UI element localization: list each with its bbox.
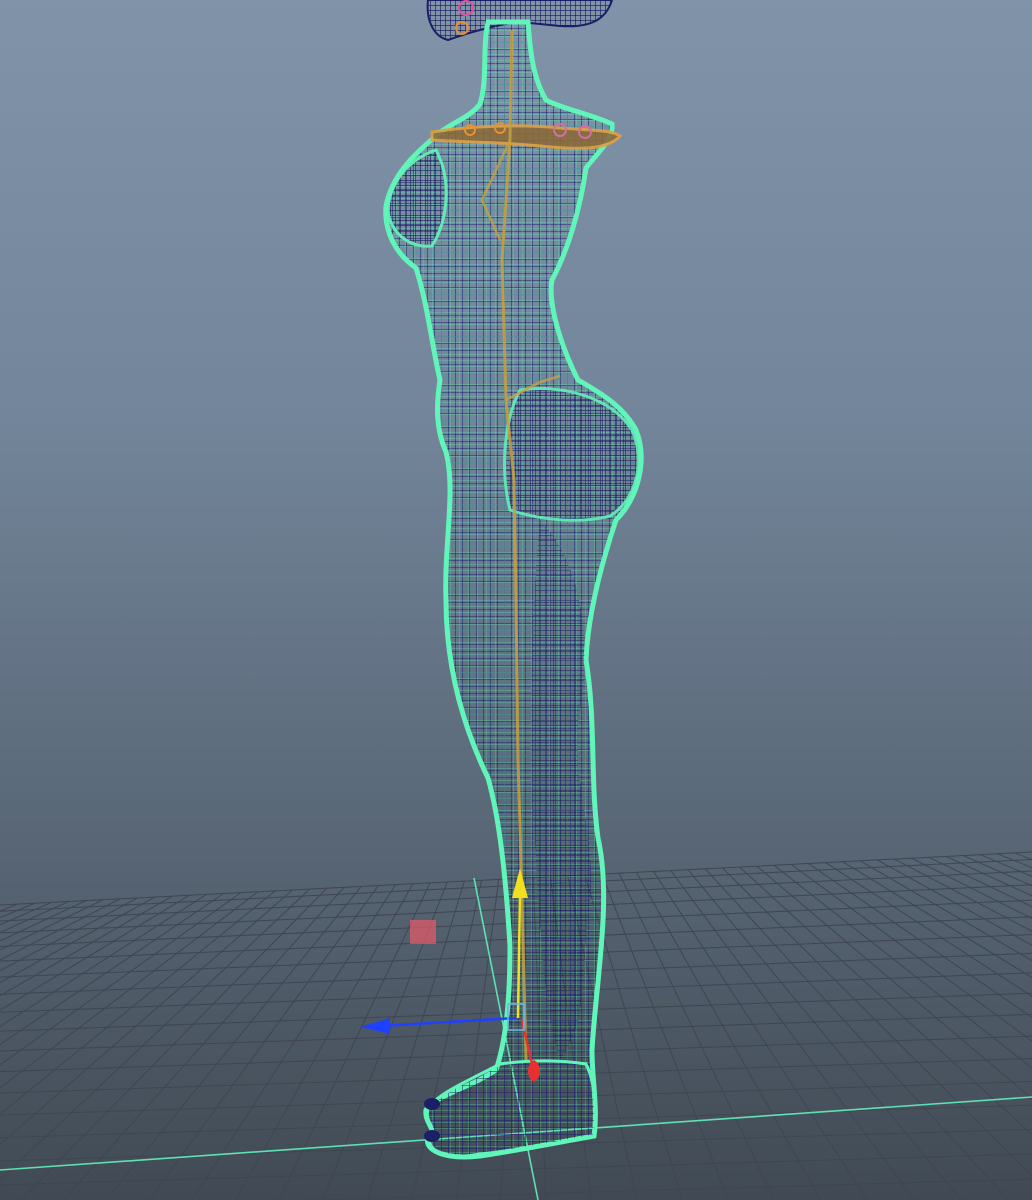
manipulator-z-axis[interactable] bbox=[379, 1016, 517, 1028]
grid-line bbox=[773, 864, 1032, 1069]
grid-line bbox=[618, 872, 775, 1200]
grid-line bbox=[756, 865, 1032, 1100]
character-mesh[interactable] bbox=[383, 0, 644, 1160]
toe-mesh bbox=[424, 1098, 440, 1110]
grid-line bbox=[911, 857, 1032, 919]
grid-line bbox=[670, 870, 915, 1200]
grid-line bbox=[859, 860, 1032, 962]
toe-mesh bbox=[424, 1130, 440, 1142]
grid-line bbox=[790, 863, 1032, 1042]
grid-line bbox=[928, 856, 1032, 908]
viewport-canvas[interactable] bbox=[0, 0, 1032, 1200]
grid-line bbox=[62, 886, 345, 1200]
grid-line bbox=[704, 868, 1010, 1200]
grid-line bbox=[687, 869, 962, 1200]
grid-line bbox=[300, 1178, 1032, 1200]
grid-line bbox=[653, 871, 868, 1200]
grid-line bbox=[876, 859, 1032, 946]
grid-line bbox=[842, 861, 1032, 979]
grid-line bbox=[997, 853, 1032, 869]
grid-line bbox=[894, 858, 1032, 932]
grid-line bbox=[962, 855, 1032, 887]
perspective-viewport[interactable] bbox=[0, 0, 1032, 1200]
grid-line bbox=[980, 854, 1032, 877]
grid-line bbox=[0, 1180, 1032, 1200]
manipulator-plane-handle[interactable] bbox=[410, 920, 436, 944]
grid-line bbox=[945, 855, 1032, 897]
chest-mesh[interactable] bbox=[386, 148, 448, 248]
